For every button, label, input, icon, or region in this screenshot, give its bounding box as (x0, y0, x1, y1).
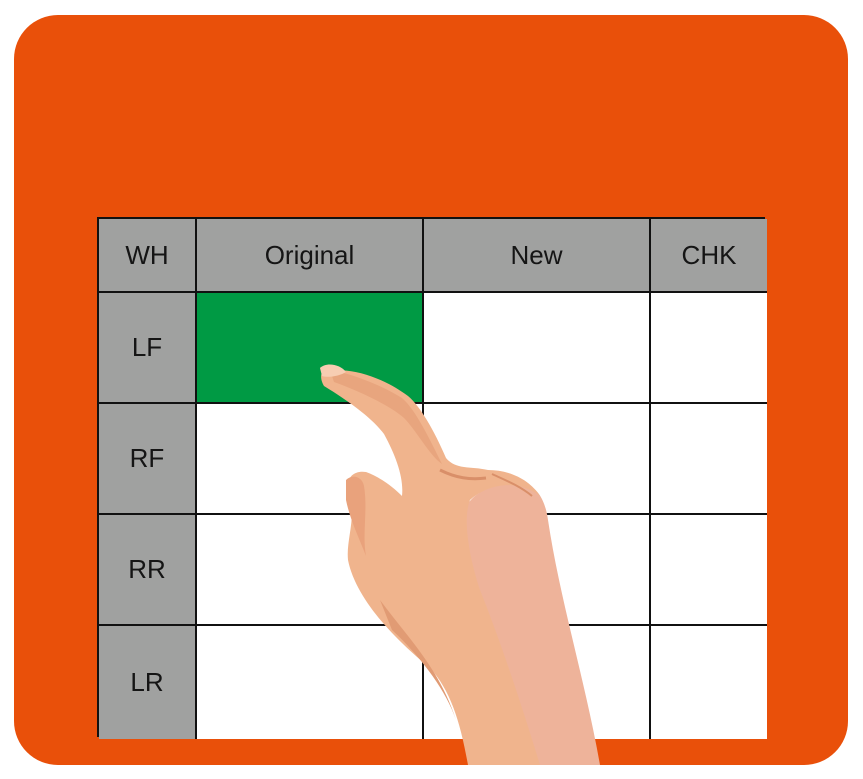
cell-lr-original[interactable] (197, 626, 424, 739)
row-label-rf: RF (99, 404, 197, 515)
header-chk: CHK (651, 219, 767, 293)
cell-rr-chk[interactable] (651, 515, 767, 626)
cell-lr-new[interactable] (424, 626, 651, 739)
cell-lf-new[interactable] (424, 293, 651, 404)
header-wh: WH (99, 219, 197, 293)
cell-rr-new[interactable] (424, 515, 651, 626)
row-label-rr: RR (99, 515, 197, 626)
cell-rf-chk[interactable] (651, 404, 767, 515)
cell-rf-new[interactable] (424, 404, 651, 515)
cell-rr-original[interactable] (197, 515, 424, 626)
cell-lr-chk[interactable] (651, 626, 767, 739)
header-original: Original (197, 219, 424, 293)
row-label-lf: LF (99, 293, 197, 404)
screen: WH Original New CHK LF RF RR LR (0, 0, 863, 779)
wheel-table: WH Original New CHK LF RF RR LR (97, 217, 767, 739)
cell-rf-original[interactable] (197, 404, 424, 515)
cell-lf-original[interactable] (197, 293, 424, 404)
cell-lf-chk[interactable] (651, 293, 767, 404)
row-label-lr: LR (99, 626, 197, 739)
header-new: New (424, 219, 651, 293)
